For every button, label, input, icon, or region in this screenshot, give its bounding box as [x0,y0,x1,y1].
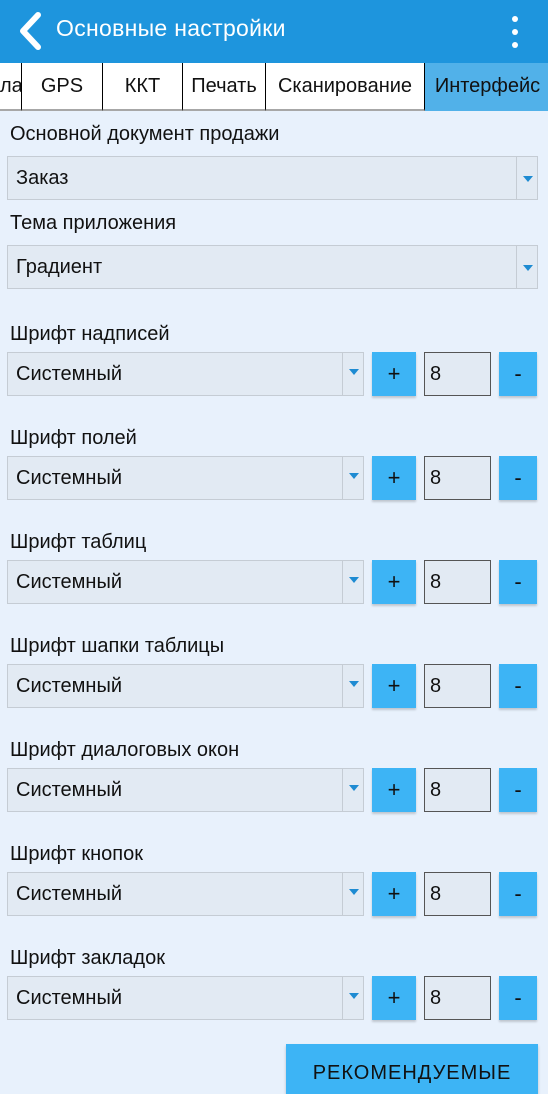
sale-doc-label: Основной документ продажи [10,123,280,145]
page-title: Основные настройки [56,15,286,41]
font-tabs-plus-button[interactable]: + [372,976,416,1020]
font-tables-value: Системный [16,571,123,593]
font-table-header-label: Шрифт шапки таблицы [10,635,225,657]
tab-scanning[interactable]: Сканирование [266,63,425,111]
font-table-header-select[interactable]: Системный [7,664,364,708]
font-table-header-size-input[interactable]: 8 [424,664,491,708]
font-dialogs-label: Шрифт диалоговых окон [10,739,240,761]
dropdown-arrow-icon [523,265,533,271]
font-tables-minus-button[interactable]: - [499,560,537,604]
tab-print[interactable]: Печать [183,63,266,111]
back-button[interactable] [14,11,48,51]
dropdown-arrow-icon [349,473,359,479]
font-tables-size-input[interactable]: 8 [424,560,491,604]
theme-value: Градиент [16,256,103,278]
font-buttons-size-input[interactable]: 8 [424,872,491,916]
font-buttons-plus-button[interactable]: + [372,872,416,916]
font-dialogs-value: Системный [16,779,123,801]
font-tables-plus-button[interactable]: + [372,560,416,604]
font-tabs-select[interactable]: Системный [7,976,364,1020]
font-fields-size-input[interactable]: 8 [424,456,491,500]
font-tables-label: Шрифт таблиц [10,531,147,553]
dropdown-arrow-icon [349,993,359,999]
font-tabs-value: Системный [16,987,123,1009]
font-table-header-plus-button[interactable]: + [372,664,416,708]
font-dialogs-plus-button[interactable]: + [372,768,416,812]
font-tables-select[interactable]: Системный [7,560,364,604]
font-labels-minus-button[interactable]: - [499,352,537,396]
font-dialogs-size-input[interactable]: 8 [424,768,491,812]
dropdown-arrow-icon [523,176,533,182]
font-labels-size-input[interactable]: 8 [424,352,491,396]
theme-select[interactable]: Градиент [7,245,538,289]
font-dialogs-minus-button[interactable]: - [499,768,537,812]
dropdown-arrow-icon [349,681,359,687]
dropdown-arrow-icon [349,785,359,791]
font-fields-value: Системный [16,467,123,489]
font-table-header-value: Системный [16,675,123,697]
sale-doc-select[interactable]: Заказ [7,156,538,200]
dropdown-arrow-icon [349,577,359,583]
font-tabs-minus-button[interactable]: - [499,976,537,1020]
dropdown-arrow-icon [349,369,359,375]
font-table-header-minus-button[interactable]: - [499,664,537,708]
font-buttons-label: Шрифт кнопок [10,843,143,865]
tab-interface[interactable]: Интерфейс [425,63,548,111]
tab-partial[interactable]: ла [0,63,22,111]
tab-gps[interactable]: GPS [22,63,103,111]
sale-doc-value: Заказ [16,167,69,189]
font-fields-plus-button[interactable]: + [372,456,416,500]
tab-bar: ла GPS ККТ Печать Сканирование Интерфейс [0,63,548,111]
more-vertical-icon [512,16,518,22]
font-dialogs-select[interactable]: Системный [7,768,364,812]
font-tabs-size-input[interactable]: 8 [424,976,491,1020]
theme-label: Тема приложения [10,212,177,234]
recommended-button[interactable]: РЕКОМЕНДУЕМЫЕ [286,1044,538,1094]
font-buttons-value: Системный [16,883,123,905]
chevron-left-icon [20,12,41,50]
font-fields-minus-button[interactable]: - [499,456,537,500]
dropdown-arrow-icon [349,889,359,895]
font-labels-select[interactable]: Системный [7,352,364,396]
font-tabs-label: Шрифт закладок [10,947,165,969]
font-fields-select[interactable]: Системный [7,456,364,500]
font-buttons-minus-button[interactable]: - [499,872,537,916]
font-labels-label: Шрифт надписей [10,323,170,345]
font-labels-plus-button[interactable]: + [372,352,416,396]
font-buttons-select[interactable]: Системный [7,872,364,916]
more-menu-button[interactable] [504,14,526,50]
tab-kkt[interactable]: ККТ [103,63,183,111]
font-labels-value: Системный [16,363,123,385]
font-fields-label: Шрифт полей [10,427,137,449]
app-bar: Основные настройки [0,0,548,63]
